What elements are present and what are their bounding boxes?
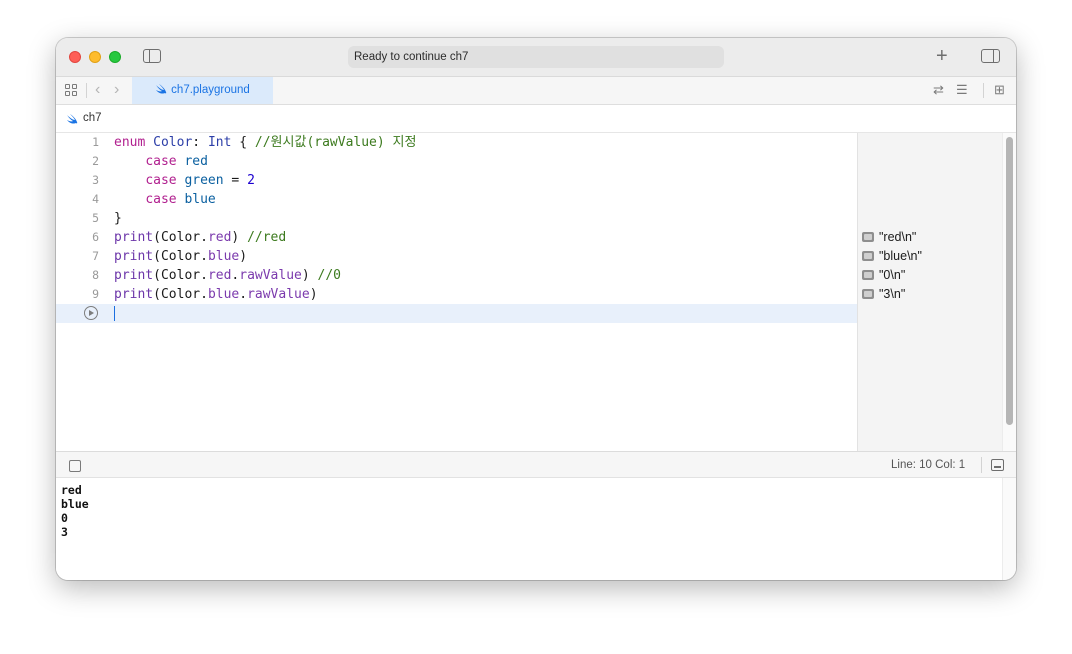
console-line: 3 — [61, 525, 68, 539]
result-text: "3\n" — [879, 287, 906, 301]
line-number: 2 — [92, 154, 99, 168]
code-line: 7 print(Color.blue) — [56, 247, 857, 266]
console-line: blue — [61, 497, 89, 511]
sidebar-icon[interactable] — [143, 49, 161, 63]
line-number: 8 — [92, 268, 99, 282]
add-editor-icon[interactable]: ⊞ — [994, 82, 1005, 98]
code-line: 4 case blue — [56, 190, 857, 209]
code-line: 3 case green = 2 — [56, 171, 857, 190]
tab-ch7-playground[interactable]: ch7.playground — [132, 77, 273, 104]
result-text: "blue\n" — [879, 249, 922, 263]
code-text: print(Color.blue.rawValue) — [114, 287, 318, 302]
breadcrumb[interactable]: ch7 — [83, 105, 102, 132]
zoom-window-button[interactable] — [109, 51, 121, 63]
code-text: case red — [145, 154, 208, 169]
line-number: 4 — [92, 192, 99, 206]
code-text: print(Color.blue) — [114, 249, 248, 264]
code-text: case blue — [145, 192, 216, 207]
code-text: print(Color.red) //red — [114, 230, 287, 245]
title-bar: Ready to continue ch7 + — [56, 38, 1016, 77]
code-editor[interactable]: 1 enum Color: Int { //원시값(rawValue) 지정 2… — [56, 133, 857, 451]
code-line: 8 print(Color.red.rawValue) //0 — [56, 266, 857, 285]
line-number: 7 — [92, 249, 99, 263]
activity-status-bar: Ready to continue ch7 — [348, 46, 724, 68]
code-text: enum Color: Int { //원시값(rawValue) 지정 — [114, 135, 417, 150]
console-line: 0 — [61, 511, 68, 525]
console-scrollbar[interactable] — [1002, 478, 1016, 580]
plus-icon[interactable]: + — [936, 45, 948, 67]
console-line: red — [61, 483, 82, 497]
code-line: 6 print(Color.red) //red — [56, 228, 857, 247]
jump-bar: ch7 — [56, 105, 1016, 133]
close-window-button[interactable] — [69, 51, 81, 63]
divider — [983, 83, 984, 98]
current-line[interactable] — [56, 304, 857, 323]
result-text: "red\n" — [879, 230, 917, 244]
tab-bar: ‹ › ch7.playground ⇄ ☰ ⊞ — [56, 77, 1016, 105]
xcode-window: Ready to continue ch7 + ‹ › ch7.playgrou… — [56, 38, 1016, 580]
canvas-options-icon[interactable]: ☰ — [956, 82, 968, 98]
result-text: "0\n" — [879, 268, 906, 282]
line-number: 9 — [92, 287, 99, 301]
quick-look-icon[interactable] — [862, 289, 874, 299]
result-value[interactable]: "red\n" — [862, 228, 916, 247]
line-number: 6 — [92, 230, 99, 244]
swift-icon — [156, 84, 167, 94]
quick-look-icon[interactable] — [862, 251, 874, 261]
code-line: 1 enum Color: Int { //원시값(rawValue) 지정 — [56, 133, 857, 152]
console-output[interactable]: red blue 0 3 — [56, 478, 1002, 580]
hide-debug-area-icon[interactable] — [991, 459, 1004, 471]
text-cursor — [114, 306, 116, 321]
debug-bar: Line: 10 Col: 1 — [56, 451, 1016, 478]
line-number: 5 — [92, 211, 99, 225]
editor-scrollbar[interactable] — [1002, 133, 1016, 451]
quick-look-icon[interactable] — [862, 232, 874, 242]
code-line: 2 case red — [56, 152, 857, 171]
tab-label: ch7.playground — [171, 84, 250, 96]
line-number: 3 — [92, 173, 99, 187]
quick-look-icon[interactable] — [862, 270, 874, 280]
code-text: case green = 2 — [145, 173, 255, 188]
play-circle-icon[interactable] — [84, 306, 98, 320]
code-line: 5 } — [56, 209, 857, 228]
swap-arrows-icon[interactable]: ⇄ — [933, 82, 944, 98]
inspector-icon[interactable] — [981, 49, 1000, 63]
chevron-right-icon[interactable]: › — [114, 80, 119, 100]
result-value[interactable]: "blue\n" — [862, 247, 922, 266]
grid-icon[interactable] — [65, 84, 78, 97]
code-line: 9 print(Color.blue.rawValue) — [56, 285, 857, 304]
swift-icon — [67, 114, 78, 124]
result-value[interactable]: "0\n" — [862, 266, 905, 285]
chevron-left-icon[interactable]: ‹ — [95, 80, 100, 100]
code-text: } — [114, 211, 122, 226]
result-value[interactable]: "3\n" — [862, 285, 905, 304]
code-text: print(Color.red.rawValue) //0 — [114, 268, 342, 283]
cursor-position: Line: 10 Col: 1 — [891, 459, 966, 471]
scrollbar-thumb[interactable] — [1006, 137, 1013, 425]
divider — [86, 83, 87, 98]
line-number: 1 — [92, 135, 99, 149]
divider — [981, 457, 982, 473]
console-toggle-checkbox[interactable] — [69, 460, 81, 472]
minimize-window-button[interactable] — [89, 51, 101, 63]
